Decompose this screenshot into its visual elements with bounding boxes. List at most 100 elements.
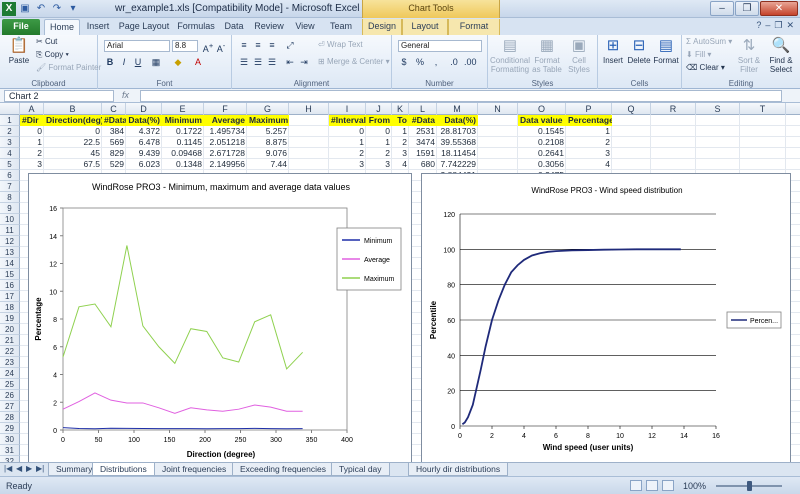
align-right-icon[interactable]: ☰ bbox=[266, 57, 278, 68]
cell-B5[interactable]: 67.5 bbox=[44, 159, 102, 170]
grow-font-icon[interactable]: A+ bbox=[202, 40, 214, 54]
sheet-tab-typical-day[interactable]: Typical day bbox=[331, 463, 390, 476]
column-header-K[interactable]: K bbox=[392, 103, 409, 115]
cell-D3[interactable]: 6.478 bbox=[126, 137, 162, 148]
row-header-16[interactable]: 16 bbox=[0, 280, 20, 291]
row-header-28[interactable]: 28 bbox=[0, 412, 20, 423]
sheet-tab-exceeding-frequencies[interactable]: Exceeding frequencies bbox=[232, 463, 335, 476]
number-format-select[interactable]: General bbox=[398, 40, 482, 52]
row-header-10[interactable]: 10 bbox=[0, 214, 20, 225]
cell-F1[interactable]: Average bbox=[204, 115, 247, 126]
row-header-26[interactable]: 26 bbox=[0, 390, 20, 401]
row-header-24[interactable]: 24 bbox=[0, 368, 20, 379]
cell-L2[interactable]: 2531 bbox=[409, 126, 437, 137]
tab-review[interactable]: Review bbox=[252, 19, 286, 35]
cell-P2[interactable]: 1 bbox=[566, 126, 612, 137]
bold-icon[interactable]: B bbox=[104, 57, 116, 68]
clear-button[interactable]: ⌫ Clear ▾ bbox=[686, 63, 725, 72]
increase-decimal-icon[interactable]: .0 bbox=[448, 57, 460, 68]
row-header-17[interactable]: 17 bbox=[0, 291, 20, 302]
column-header-P[interactable]: P bbox=[566, 103, 612, 115]
row-header-5[interactable]: 5 bbox=[0, 159, 20, 170]
chart1-legend[interactable]: Minimum Average Maximum bbox=[336, 227, 402, 291]
shrink-font-icon[interactable]: A- bbox=[215, 40, 227, 54]
cell-M3[interactable]: 39.55368 bbox=[437, 137, 478, 148]
zoom-level[interactable]: 100% bbox=[683, 481, 706, 491]
tab-home[interactable]: Home bbox=[44, 19, 80, 35]
autosum-button[interactable]: Σ AutoSum ▾ bbox=[686, 37, 732, 46]
column-header-E[interactable]: E bbox=[162, 103, 204, 115]
chart2-series-percentile[interactable] bbox=[461, 248, 681, 425]
row-header-30[interactable]: 30 bbox=[0, 434, 20, 445]
align-top-icon[interactable]: ≡ bbox=[238, 40, 250, 51]
column-header-M[interactable]: M bbox=[437, 103, 478, 115]
prev-sheet-icon[interactable]: ◀ bbox=[16, 464, 22, 473]
cell-E2[interactable]: 0.1722 bbox=[162, 126, 204, 137]
cell-K2[interactable]: 1 bbox=[392, 126, 409, 137]
name-box[interactable]: Chart 2 bbox=[4, 90, 114, 102]
column-header-J[interactable]: J bbox=[366, 103, 392, 115]
column-header-G[interactable]: G bbox=[247, 103, 289, 115]
cell-J1[interactable]: From bbox=[366, 115, 392, 126]
row-header-25[interactable]: 25 bbox=[0, 379, 20, 390]
next-sheet-icon[interactable]: ▶ bbox=[26, 464, 32, 473]
chart1-series-minimum[interactable] bbox=[62, 427, 303, 430]
cell-P5[interactable]: 4 bbox=[566, 159, 612, 170]
chart-min-max-average[interactable]: WindRose PRO3 - Minimum, maximum and ave… bbox=[28, 173, 412, 462]
tab-view[interactable]: View bbox=[290, 19, 320, 35]
fill-button[interactable]: ⬇ Fill ▾ bbox=[686, 50, 711, 59]
first-sheet-icon[interactable]: |◀ bbox=[4, 464, 12, 473]
close-button[interactable]: ✕ bbox=[760, 1, 798, 16]
last-sheet-icon[interactable]: ▶| bbox=[36, 464, 44, 473]
align-center-icon[interactable]: ☰ bbox=[252, 57, 264, 68]
column-header-S[interactable]: S bbox=[696, 103, 740, 115]
help-icon[interactable]: ? bbox=[756, 20, 761, 31]
cell-F2[interactable]: 1.495734 bbox=[204, 126, 247, 137]
tab-data[interactable]: Data bbox=[220, 19, 248, 35]
cell-K5[interactable]: 4 bbox=[392, 159, 409, 170]
excel-logo-icon[interactable]: X bbox=[2, 2, 16, 16]
cell-G5[interactable]: 7.44 bbox=[247, 159, 289, 170]
chart2-legend[interactable]: Percen... bbox=[726, 311, 782, 329]
fx-icon[interactable]: fx bbox=[122, 90, 129, 100]
column-header-L[interactable]: L bbox=[409, 103, 437, 115]
cell-O3[interactable]: 0.2108 bbox=[518, 137, 566, 148]
cell-E4[interactable]: 0.09468 bbox=[162, 148, 204, 159]
page-break-view-icon[interactable] bbox=[662, 480, 674, 491]
tab-page-layout[interactable]: Page Layout bbox=[116, 19, 172, 35]
cell-B2[interactable]: 0 bbox=[44, 126, 102, 137]
cell-A3[interactable]: 1 bbox=[20, 137, 44, 148]
cell-I2[interactable]: 0 bbox=[329, 126, 366, 137]
column-header-F[interactable]: F bbox=[204, 103, 247, 115]
row-header-29[interactable]: 29 bbox=[0, 423, 20, 434]
cell-styles-button[interactable]: ▣ Cell Styles bbox=[564, 37, 594, 74]
column-header-O[interactable]: O bbox=[518, 103, 566, 115]
chart-wind-speed-distribution[interactable]: WindRose PRO3 - Wind speed distribution 0… bbox=[421, 173, 791, 462]
column-header-B[interactable]: B bbox=[44, 103, 102, 115]
font-name-select[interactable]: Arial bbox=[104, 40, 170, 52]
cell-O5[interactable]: 0.3056 bbox=[518, 159, 566, 170]
cell-J3[interactable]: 1 bbox=[366, 137, 392, 148]
formula-input[interactable] bbox=[140, 90, 782, 102]
wrap-text-button[interactable]: ⏎ Wrap Text bbox=[318, 40, 363, 49]
cell-A4[interactable]: 2 bbox=[20, 148, 44, 159]
row-header-9[interactable]: 9 bbox=[0, 203, 20, 214]
cell-C5[interactable]: 529 bbox=[102, 159, 126, 170]
cell-J4[interactable]: 2 bbox=[366, 148, 392, 159]
font-color-icon[interactable]: A bbox=[192, 57, 204, 68]
format-cells-button[interactable]: ▤ Format bbox=[652, 37, 680, 65]
cell-O2[interactable]: 0.1545 bbox=[518, 126, 566, 137]
worksheet-grid[interactable]: ABCDEFGHIJKLMNOPQRST 1 2 3 4 5 6 7 8 9 10 11 12 13 14… bbox=[0, 103, 800, 462]
cell-F4[interactable]: 2.671728 bbox=[204, 148, 247, 159]
customize-toolbar-icon[interactable]: ▾ bbox=[66, 2, 80, 16]
cut-button[interactable]: ✂ Cut bbox=[36, 37, 57, 46]
tab-insert[interactable]: Insert bbox=[84, 19, 112, 35]
column-header-Q[interactable]: Q bbox=[612, 103, 651, 115]
column-header-A[interactable]: A bbox=[20, 103, 44, 115]
cell-L5[interactable]: 680 bbox=[409, 159, 437, 170]
cell-G1[interactable]: Maximum bbox=[247, 115, 289, 126]
row-header-20[interactable]: 20 bbox=[0, 324, 20, 335]
cell-L4[interactable]: 1591 bbox=[409, 148, 437, 159]
format-as-table-button[interactable]: ▦ Format as Table bbox=[532, 37, 562, 74]
row-header-8[interactable]: 8 bbox=[0, 192, 20, 203]
